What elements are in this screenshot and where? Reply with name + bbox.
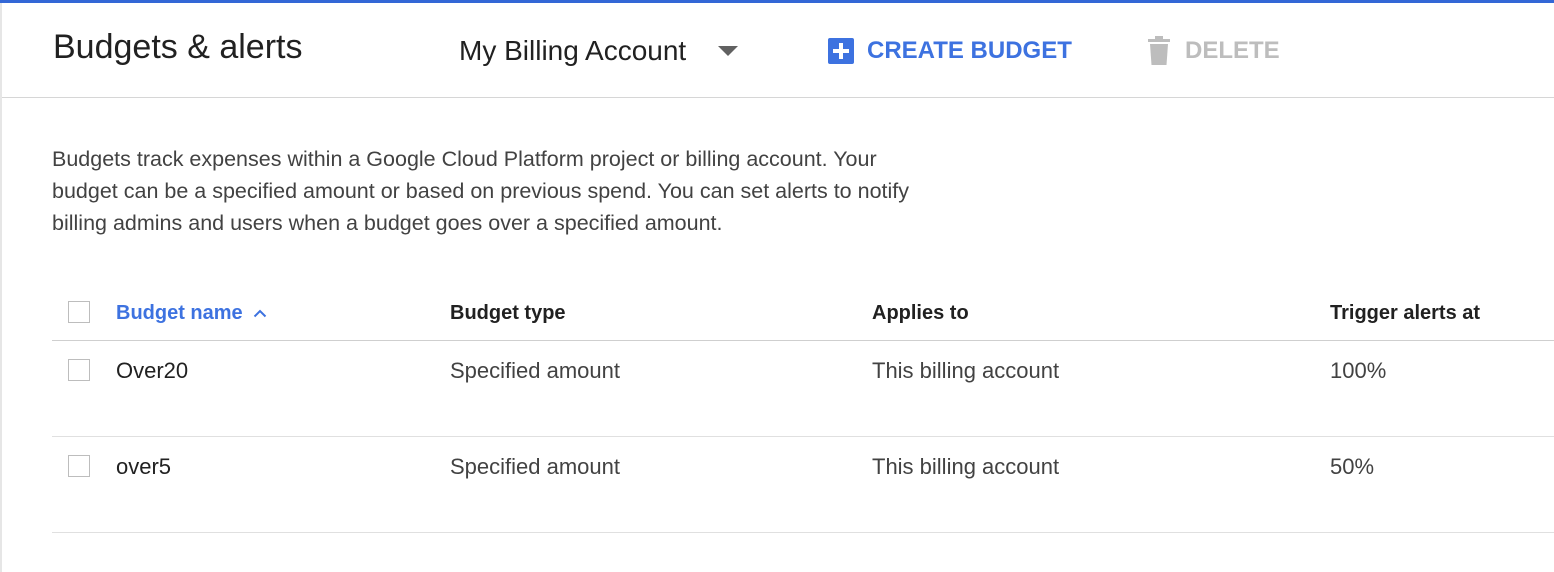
create-budget-label: CREATE BUDGET (867, 37, 1072, 64)
table-row[interactable]: Over20 Specified amount This billing acc… (52, 341, 1554, 437)
row-checkbox[interactable] (68, 359, 90, 381)
trigger-alerts-cell: 50% (1330, 454, 1375, 479)
trigger-alerts-cell: 100% (1330, 358, 1387, 383)
budget-type-cell: Specified amount (450, 454, 620, 479)
plus-box-icon (828, 38, 854, 64)
chevron-up-icon (253, 309, 266, 318)
table-row[interactable]: over5 Specified amount This billing acco… (52, 437, 1554, 533)
create-budget-button[interactable]: CREATE BUDGET (828, 33, 1072, 69)
billing-account-label: My Billing Account (459, 35, 687, 66)
budget-type-cell: Specified amount (450, 358, 620, 383)
applies-to-cell: This billing account (872, 454, 1060, 479)
row-checkbox[interactable] (68, 455, 90, 477)
page-header: Budgets & alerts My Billing Account CREA… (2, 3, 1554, 98)
budgets-description: Budgets track expenses within a Google C… (52, 147, 909, 235)
column-header-budget-name[interactable]: Budget name (116, 302, 267, 325)
page-title: Budgets & alerts (53, 28, 303, 66)
budget-name-link[interactable]: Over20 (116, 358, 188, 384)
column-header-budget-type[interactable]: Budget type (450, 302, 566, 325)
caret-down-icon (718, 46, 739, 56)
select-all-checkbox[interactable] (68, 301, 90, 323)
budgets-table: Budget name Budget type Applies to Trigg… (52, 290, 1554, 533)
table-header: Budget name Budget type Applies to Trigg… (52, 290, 1554, 341)
delete-button[interactable]: DELETE (1146, 33, 1280, 69)
trash-icon (1148, 36, 1170, 65)
budget-name-link[interactable]: over5 (116, 454, 171, 480)
delete-label: DELETE (1185, 37, 1280, 64)
column-header-applies-to[interactable]: Applies to (872, 302, 969, 325)
applies-to-cell: This billing account (872, 358, 1060, 383)
column-header-trigger-alerts[interactable]: Trigger alerts at (1330, 302, 1480, 325)
column-label-budget-name: Budget name (116, 302, 243, 324)
billing-account-dropdown[interactable]: My Billing Account (459, 31, 739, 71)
